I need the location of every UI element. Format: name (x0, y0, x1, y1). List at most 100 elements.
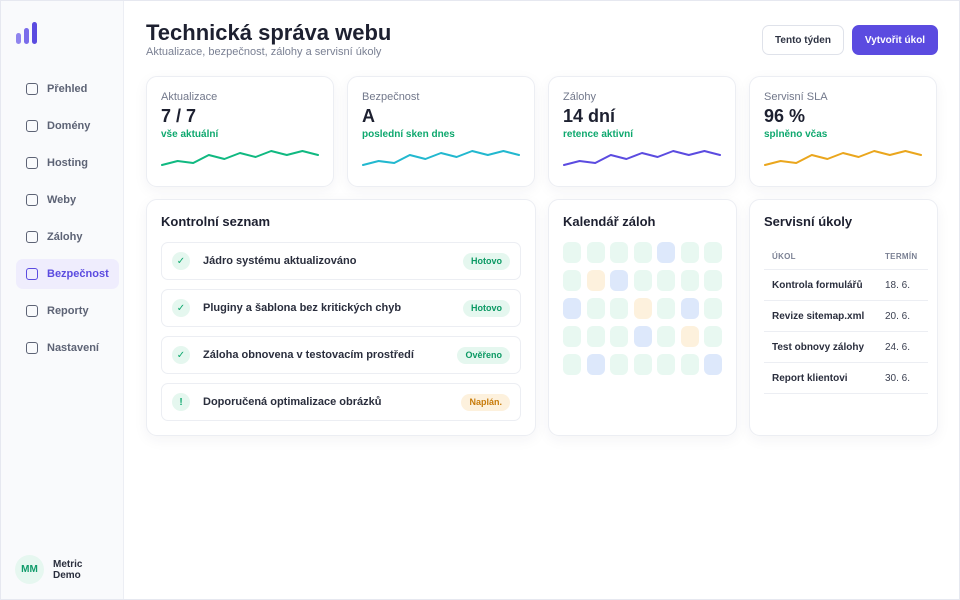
calendar-day-ok[interactable] (563, 270, 581, 291)
task-date: 30. 6. (885, 373, 911, 384)
app-window: Přehled Domény Hosting Weby Zálohy Bezpečnost… (0, 0, 960, 600)
sidebar-item-weby[interactable]: Weby (16, 185, 119, 215)
sparkline (764, 150, 922, 166)
table-row[interactable]: Test obnovy zálohy 24. 6. (764, 332, 928, 363)
this-week-button[interactable]: Tento týden (762, 25, 844, 55)
calendar-day-ok[interactable] (657, 298, 675, 319)
nav-square-icon (26, 342, 38, 354)
sidebar-item-domeny[interactable]: Domény (16, 111, 119, 141)
sidebar: Přehled Domény Hosting Weby Zálohy Bezpečnost… (1, 1, 124, 599)
sidebar-item-reporty[interactable]: Reporty (16, 296, 119, 326)
stat-note: retence aktivní (563, 129, 634, 140)
checklist-item[interactable]: ✓ Záloha obnovena v testovacím prostředí O… (161, 336, 521, 374)
calendar-day-ok[interactable] (563, 242, 581, 263)
calendar-title: Kalendář záloh (563, 214, 656, 229)
calendar-day-ok[interactable] (704, 242, 722, 263)
sidebar-item-prehled[interactable]: Přehled (16, 74, 119, 104)
calendar-day-ok[interactable] (657, 326, 675, 347)
sidebar-item-label: Nastavení (47, 342, 99, 354)
sparkline-line (362, 150, 520, 166)
table-row[interactable]: Kontrola formulářů 18. 6. (764, 270, 928, 301)
calendar-day-ok[interactable] (610, 326, 628, 347)
sidebar-item-label: Zálohy (47, 231, 83, 243)
calendar-day-ok[interactable] (586, 242, 605, 263)
stat-value: 7 / 7 (161, 106, 197, 126)
sidebar-item-nastaveni[interactable]: Nastavení (16, 333, 119, 363)
calendar-day-ok[interactable] (680, 242, 699, 263)
sidebar-item-zalohy[interactable]: Zálohy (16, 222, 119, 252)
nav-square-icon (26, 231, 38, 243)
sparkline (362, 150, 520, 166)
calendar-day-ok[interactable] (610, 242, 628, 263)
status-badge: Ověřeno (457, 346, 510, 364)
calendar-day-ok[interactable] (633, 270, 652, 291)
stat-label: Zálohy (563, 91, 597, 103)
backup-calendar-card: Kalendář záloh (548, 199, 737, 436)
calendar-day-ok[interactable] (704, 270, 722, 291)
stat-card: Bezpečnost Aposlední sken dnes (347, 76, 535, 187)
stat-card: Servisní SLA 96 % splněno včas (749, 76, 937, 187)
calendar-day-ok[interactable] (610, 298, 628, 319)
sidebar-item-label: Bezpečnost (47, 268, 109, 280)
column-header-task: ÚKOL (772, 252, 796, 261)
checklist-item[interactable]: ✓ Jádro systému aktualizováno Hotovo (161, 242, 521, 280)
stat-note: splněno včas (764, 129, 828, 140)
task-date: 20. 6. (885, 311, 911, 322)
task-name: Revize sitemap.xml (772, 311, 865, 322)
logo-bars-icon[interactable] (16, 22, 40, 44)
calendar-day-warn[interactable] (633, 298, 652, 319)
status-badge: Naplán. (461, 393, 510, 411)
calendar-day-backup[interactable] (633, 326, 652, 347)
checklist-item-text: Jádro systému aktualizováno (203, 255, 357, 267)
calendar-day-ok[interactable] (657, 270, 675, 291)
calendar-day-warn[interactable] (586, 270, 605, 291)
calendar-day-ok[interactable] (563, 326, 581, 347)
calendar-day-ok[interactable] (633, 354, 652, 375)
sparkline-line (563, 150, 721, 166)
calendar-day-backup[interactable] (657, 242, 675, 263)
calendar-day-ok[interactable] (586, 326, 605, 347)
service-tasks-card: Servisní úkoly ÚKOL TERMÍN Kontrola form… (749, 199, 938, 436)
sparkline-line (161, 150, 319, 166)
calendar-day-ok[interactable] (657, 354, 675, 375)
exclamation-icon: ! (172, 393, 190, 411)
checklist-item-text: Doporučená optimalizace obrázků (203, 396, 382, 408)
nav-square-icon (26, 157, 38, 169)
calendar-day-ok[interactable] (704, 298, 722, 319)
calendar-day-ok[interactable] (610, 354, 628, 375)
calendar-day-ok[interactable] (680, 354, 699, 375)
status-badge: Hotovo (463, 252, 510, 270)
nav-square-icon (26, 120, 38, 132)
tasks-title: Servisní úkoly (764, 214, 853, 229)
calendar-day-backup[interactable] (563, 298, 581, 319)
calendar-day-ok[interactable] (680, 270, 699, 291)
create-task-button[interactable]: Vytvořit úkol (852, 25, 938, 55)
calendar-day-ok[interactable] (704, 326, 722, 347)
checklist-item[interactable]: ✓ Pluginy a šablona bez kritických chyb Ho… (161, 289, 521, 327)
checklist-card: Kontrolní seznam ✓ Jádro systému aktualiz… (146, 199, 536, 436)
calendar-day-backup[interactable] (680, 298, 699, 319)
sparkline (161, 150, 319, 166)
calendar-day-backup[interactable] (586, 354, 605, 375)
sidebar-item-hosting[interactable]: Hosting (16, 148, 119, 178)
table-row[interactable]: Revize sitemap.xml 20. 6. (764, 301, 928, 332)
sparkline (563, 150, 721, 166)
stat-note: vše aktuální (161, 129, 219, 140)
calendar-day-warn[interactable] (680, 326, 699, 347)
calendar-day-backup[interactable] (610, 270, 628, 291)
checklist-item-text: Pluginy a šablona bez kritických chyb (203, 302, 402, 314)
sidebar-item-label: Přehled (47, 83, 88, 95)
user-profile[interactable]: MM Metric Demo (15, 555, 93, 584)
calendar-day-ok[interactable] (563, 354, 581, 375)
task-name: Kontrola formulářů (772, 280, 863, 291)
calendar-day-ok[interactable] (633, 242, 652, 263)
task-name: Report klientovi (772, 373, 848, 384)
calendar-day-ok[interactable] (586, 298, 605, 319)
checklist-item[interactable]: ! Doporučená optimalizace obrázků Naplán. (161, 383, 521, 421)
user-name: Metric Demo (53, 558, 83, 581)
table-row[interactable]: Report klientovi 30. 6. (764, 363, 928, 394)
calendar-day-backup[interactable] (704, 354, 722, 375)
page-title: Technická správa webu (146, 20, 392, 45)
avatar: MM (15, 555, 44, 584)
sidebar-item-bezpecnost[interactable]: Bezpečnost (16, 259, 119, 289)
